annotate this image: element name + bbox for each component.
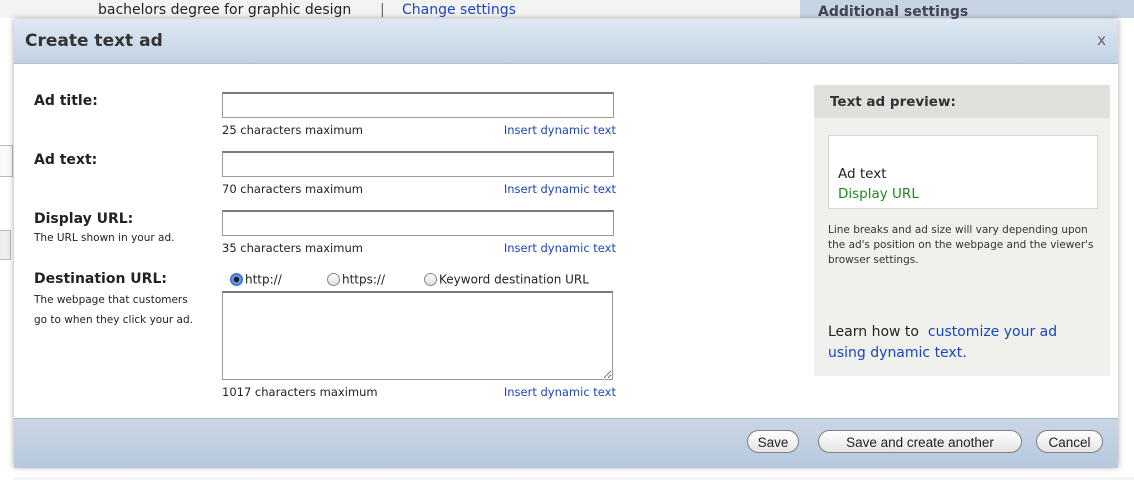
- destination-url-help-line1: The webpage that customers: [34, 294, 188, 306]
- dialog-header: Create text ad x: [14, 19, 1118, 64]
- preview-ad-box: Ad text Display URL: [828, 135, 1098, 209]
- background-left-strip: [0, 60, 14, 480]
- ad-title-label: Ad title:: [34, 93, 98, 109]
- radio-https-label: https://: [342, 272, 386, 287]
- dialog-title: Create text ad: [25, 31, 163, 51]
- destination-url-label: Destination URL:: [34, 271, 167, 287]
- display-url-help: The URL shown in your ad.: [34, 232, 175, 244]
- preview-note: Line breaks and ad size will vary depend…: [828, 224, 1094, 266]
- radio-selected-icon: [230, 273, 243, 286]
- preview-ad-text: Ad text: [838, 166, 887, 182]
- display-url-counter: 35 characters maximum: [222, 241, 363, 255]
- ad-title-counter: 25 characters maximum: [222, 123, 363, 137]
- background-additional-settings-header: Additional settings: [800, 0, 1134, 20]
- ad-text-label: Ad text:: [34, 152, 98, 168]
- background-separator: |: [380, 2, 385, 18]
- background-additional-settings-title: Additional settings: [818, 4, 969, 20]
- background-right-strip: [1118, 40, 1134, 477]
- preview-learn-more: Learn how to customize your ad using dyn…: [828, 322, 1098, 364]
- preview-display-url: Display URL: [838, 186, 919, 202]
- display-url-insert-dynamic-link[interactable]: Insert dynamic text: [494, 241, 616, 255]
- ad-title-insert-dynamic-link[interactable]: Insert dynamic text: [494, 123, 616, 137]
- close-icon[interactable]: x: [1097, 31, 1106, 49]
- background-fragment-box: [0, 145, 13, 177]
- radio-keyword-destination-label: Keyword destination URL: [439, 272, 589, 287]
- ad-title-input[interactable]: [222, 92, 614, 118]
- radio-keyword-destination[interactable]: Keyword destination URL: [424, 272, 589, 287]
- radio-unselected-icon: [327, 273, 340, 286]
- display-url-input[interactable]: [222, 210, 614, 236]
- radio-unselected-icon: [424, 273, 437, 286]
- save-button[interactable]: Save: [747, 430, 799, 453]
- preview-title: Text ad preview:: [830, 94, 956, 110]
- create-text-ad-dialog: Create text ad x Ad title: 25 characters…: [14, 19, 1118, 468]
- background-top-bar: bachelors degree for graphic design | Ch…: [0, 0, 800, 18]
- background-fragment-box: [0, 230, 11, 260]
- text-ad-preview-panel: Text ad preview: Ad text Display URL Lin…: [814, 85, 1110, 376]
- ad-text-insert-dynamic-link[interactable]: Insert dynamic text: [494, 182, 616, 196]
- destination-url-counter: 1017 characters maximum: [222, 385, 378, 399]
- radio-http[interactable]: http://: [230, 272, 282, 287]
- cancel-button[interactable]: Cancel: [1036, 430, 1103, 453]
- ad-text-counter: 70 characters maximum: [222, 182, 363, 196]
- destination-url-help-line2: go to when they click your ad.: [34, 314, 193, 326]
- learn-more-prefix: Learn how to: [828, 324, 919, 340]
- display-url-label: Display URL:: [34, 211, 134, 227]
- preview-header: Text ad preview:: [814, 85, 1110, 118]
- destination-url-insert-dynamic-link[interactable]: Insert dynamic text: [494, 385, 616, 399]
- dialog-footer: Save Save and create another Cancel: [14, 418, 1118, 468]
- background-change-settings-link[interactable]: Change settings: [402, 2, 516, 18]
- radio-http-label: http://: [245, 272, 282, 287]
- save-and-create-another-button[interactable]: Save and create another: [818, 430, 1022, 453]
- ad-text-input[interactable]: [222, 151, 614, 177]
- destination-url-textarea[interactable]: [222, 291, 613, 380]
- radio-https[interactable]: https://: [327, 272, 385, 287]
- background-keyword-text: bachelors degree for graphic design: [98, 2, 352, 18]
